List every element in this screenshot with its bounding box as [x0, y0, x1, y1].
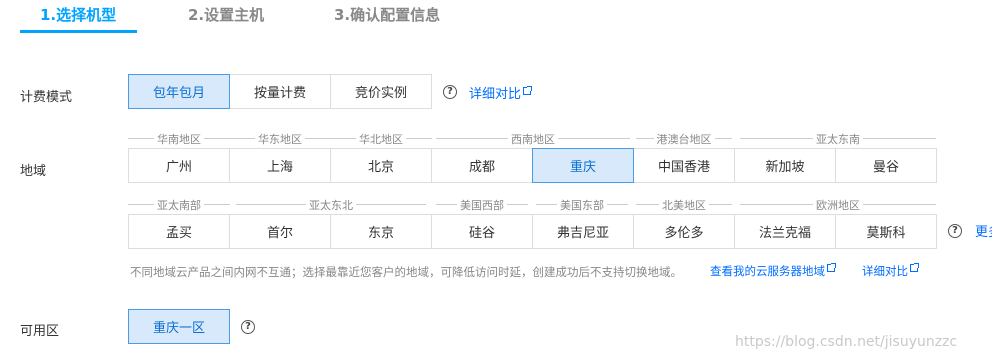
external-link-icon: [910, 263, 919, 272]
step-select-model[interactable]: 1.选择机型: [40, 4, 116, 25]
external-link-icon: [523, 86, 533, 95]
region-note-text: 不同地域云产品之间内网不互通；选择最靠近您客户的地域，可降低访问时延，创建成功后…: [130, 265, 682, 279]
region-compare-link[interactable]: 详细对比: [862, 263, 919, 279]
region-group-header: 港澳台地区: [636, 131, 732, 146]
zone-option-chongqing-1[interactable]: 重庆一区: [128, 309, 230, 344]
region-group-header: 西南地区: [436, 131, 630, 146]
region-group-header: 华南地区: [128, 131, 230, 146]
step-configure-host[interactable]: 2.设置主机: [188, 4, 264, 25]
step-confirm-config[interactable]: 3.确认配置信息: [334, 4, 440, 25]
region-group-header: 亚太南部: [128, 197, 230, 212]
region-compare-link-text: 详细对比: [862, 264, 908, 278]
external-link-icon: [827, 263, 836, 272]
zone-label: 可用区: [20, 324, 60, 339]
region-option-toronto[interactable]: 多伦多: [633, 214, 735, 249]
active-step-indicator: [20, 30, 137, 33]
region-group-header: 华北地区: [330, 131, 432, 146]
region-option-bangkok[interactable]: 曼谷: [835, 148, 937, 183]
region-option-silicon-valley[interactable]: 硅谷: [431, 214, 533, 249]
region-option-moscow[interactable]: 莫斯科: [835, 214, 937, 249]
billing-mode-label: 计费模式: [20, 90, 73, 105]
billing-option-monthly[interactable]: 包年包月: [128, 74, 230, 109]
region-group-header: 华东地区: [229, 131, 331, 146]
region-group-header: 欧洲地区: [740, 197, 936, 212]
region-option-virginia[interactable]: 弗吉尼亚: [532, 214, 634, 249]
billing-help-icon[interactable]: ?: [443, 85, 457, 99]
billing-option-pay-as-you-go[interactable]: 按量计费: [229, 74, 331, 109]
my-server-regions-link-text: 查看我的云服务器地域: [710, 264, 825, 278]
region-group-header: 亚太东南: [740, 131, 936, 146]
wizard-steps: 1.选择机型 2.设置主机 3.确认配置信息: [0, 0, 992, 34]
my-server-regions-link[interactable]: 查看我的云服务器地域: [710, 263, 836, 279]
region-more-link[interactable]: 更多: [975, 221, 992, 240]
region-option-tokyo[interactable]: 东京: [330, 214, 432, 249]
watermark: https://blog.csdn.net/jisuyunzzc: [735, 334, 958, 350]
region-option-guangzhou[interactable]: 广州: [128, 148, 230, 183]
zone-help-icon[interactable]: ?: [241, 320, 255, 334]
region-option-singapore[interactable]: 新加坡: [734, 148, 836, 183]
region-option-hongkong[interactable]: 中国香港: [633, 148, 735, 183]
region-option-shanghai[interactable]: 上海: [229, 148, 331, 183]
region-group-header: 美国西部: [436, 197, 528, 212]
billing-compare-link[interactable]: 详细对比: [469, 83, 533, 102]
region-help-icon[interactable]: ?: [948, 224, 962, 238]
billing-option-spot[interactable]: 竞价实例: [330, 74, 432, 109]
region-option-frankfurt[interactable]: 法兰克福: [734, 214, 836, 249]
region-label: 地域: [20, 164, 47, 179]
region-note: 不同地域云产品之间内网不互通；选择最靠近您客户的地域，可降低访问时延，创建成功后…: [130, 264, 682, 280]
region-option-chongqing[interactable]: 重庆: [532, 148, 634, 183]
region-option-chengdu[interactable]: 成都: [431, 148, 533, 183]
region-group-header: 北美地区: [636, 197, 732, 212]
region-group-header: 美国东部: [536, 197, 628, 212]
region-option-beijing[interactable]: 北京: [330, 148, 432, 183]
billing-compare-link-text: 详细对比: [469, 87, 522, 102]
region-option-mumbai[interactable]: 孟买: [128, 214, 230, 249]
region-option-seoul[interactable]: 首尔: [229, 214, 331, 249]
region-group-header: 亚太东北: [236, 197, 426, 212]
